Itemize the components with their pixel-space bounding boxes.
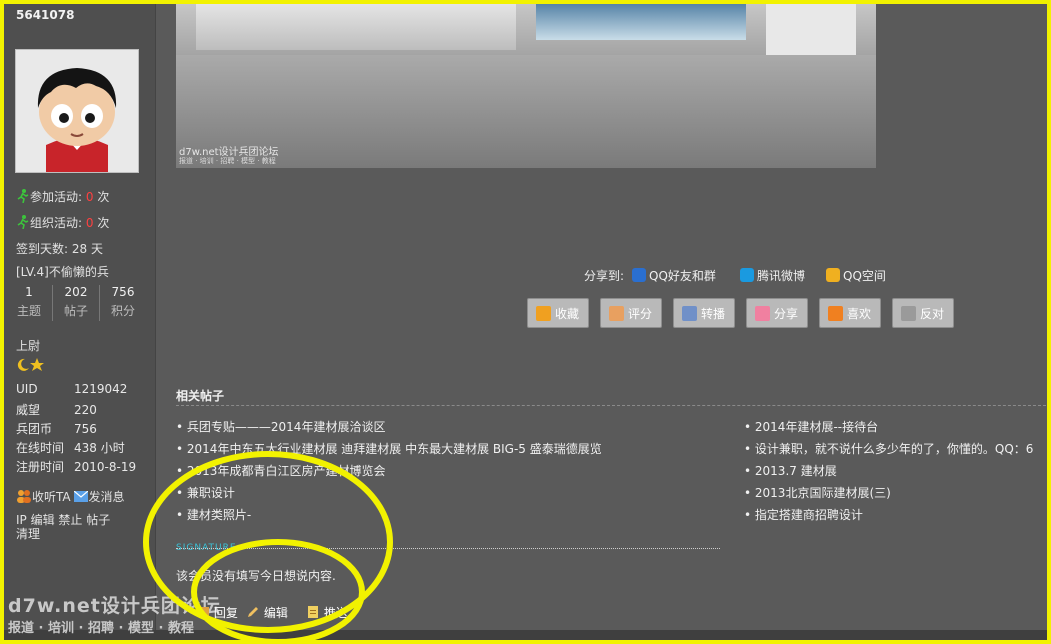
annotation-frame — [0, 0, 1051, 644]
